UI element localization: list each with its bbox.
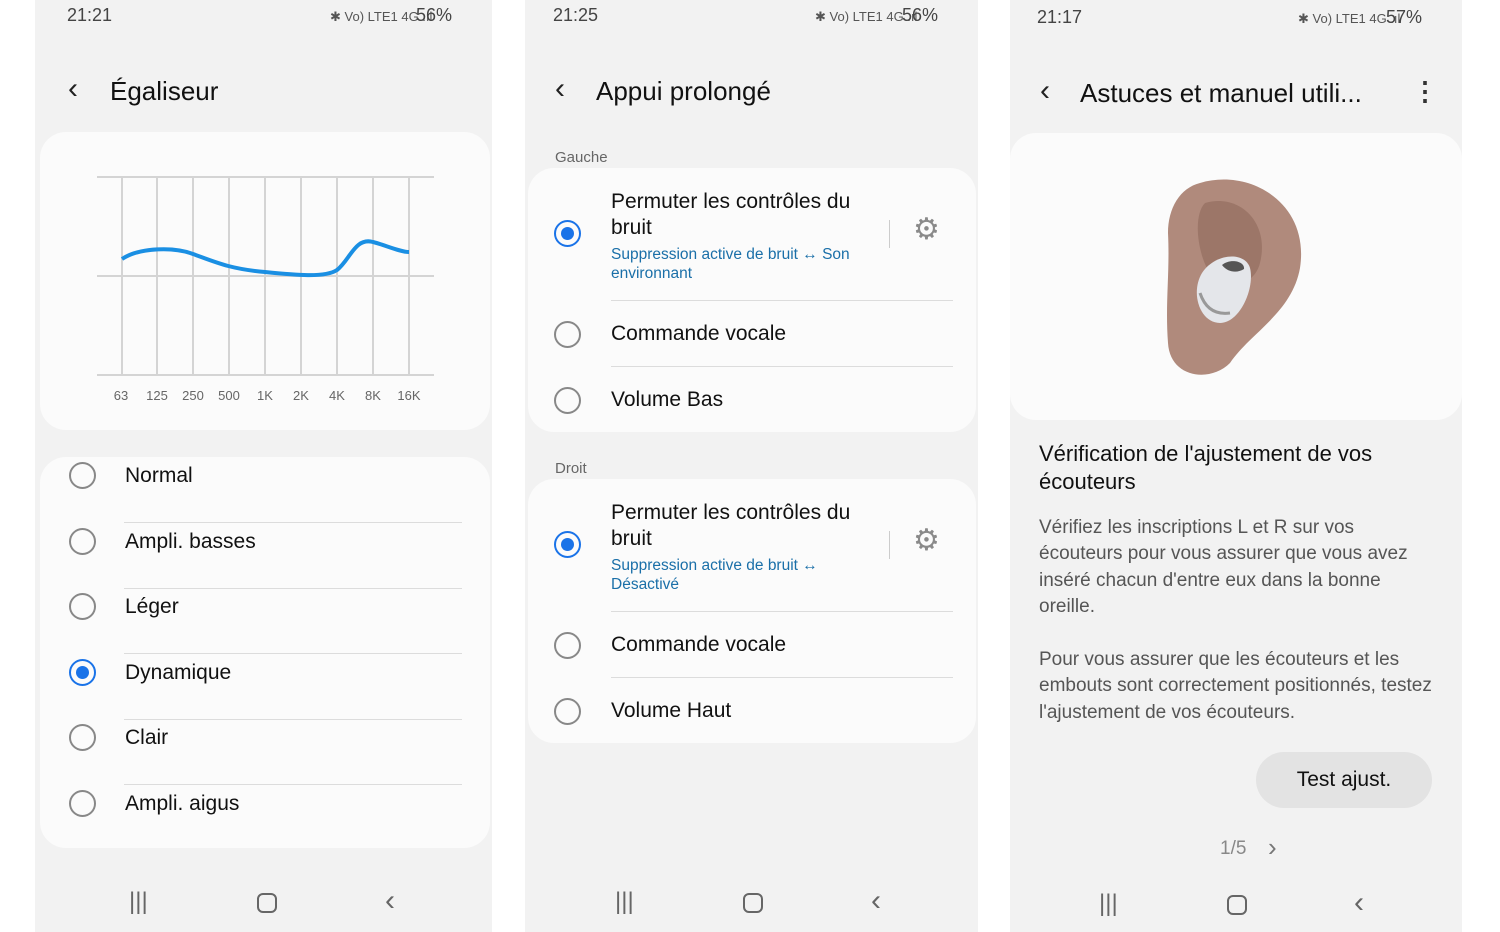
radio-button[interactable] — [554, 321, 581, 348]
gear-icon[interactable]: ⚙ — [913, 212, 940, 247]
eq-tick: 4K — [329, 388, 345, 403]
eq-tick: 250 — [182, 388, 204, 403]
option-label: Commande vocale — [611, 633, 787, 656]
option-label-cont: bruit — [611, 527, 652, 550]
radio-button[interactable] — [554, 220, 581, 247]
radio-button[interactable] — [554, 387, 581, 414]
eq-tick: 1K — [257, 388, 273, 403]
radio-button[interactable] — [69, 527, 96, 555]
eq-tick: 125 — [146, 388, 168, 403]
preset-list: Normal Ampli. basses Léger Dynamique Cla… — [40, 457, 490, 848]
option-noise-control[interactable]: Permuter les contrôles du bruit Suppress… — [528, 479, 976, 611]
status-time: 21:25 — [553, 5, 599, 25]
tip-paragraph-1: Vérifiez les inscriptions L et R sur vos… — [1039, 517, 1408, 617]
tip-paragraph-2: Pour vous assurer que les écouteurs et l… — [1039, 649, 1432, 723]
ear-earbud-illustration — [1167, 179, 1302, 375]
test-fit-button[interactable]: Test ajust. — [1256, 752, 1432, 808]
page-title: Égaliseur — [110, 76, 219, 106]
preset-label: Léger — [125, 595, 179, 618]
option-volume[interactable]: Volume Bas — [528, 367, 976, 432]
recent-apps-icon[interactable]: ||| — [129, 888, 148, 916]
back-icon[interactable]: ‹ — [555, 72, 565, 106]
radio-button[interactable] — [69, 724, 96, 751]
gear-icon[interactable]: ⚙ — [913, 523, 940, 558]
page-title: Astuces et manuel utili... — [1080, 78, 1362, 108]
separator — [889, 531, 890, 559]
preset-label: Dynamique — [125, 660, 232, 684]
preset-label: Ampli. aigus — [125, 791, 240, 815]
section-label: Droit — [555, 460, 587, 477]
option-subtitle: Suppression active de bruit ↔ Son enviro… — [611, 246, 850, 282]
battery-level: 56% — [902, 5, 939, 25]
preset-option[interactable]: Normal — [40, 457, 490, 522]
tips-screen: 21:17 ✱ Vo) LTE1 4G .ıl 57% ‹ Astuces et… — [1010, 0, 1462, 932]
radio-button[interactable] — [554, 531, 581, 558]
page-indicator: 1/5 — [1220, 838, 1247, 859]
radio-button[interactable] — [554, 698, 581, 725]
eq-tick: 16K — [397, 388, 421, 403]
preset-option[interactable]: Clair — [40, 719, 490, 784]
home-icon[interactable] — [257, 893, 277, 913]
eq-curve-graph[interactable] — [40, 132, 490, 430]
left-earbud-options: Permuter les contrôles du bruit Suppress… — [528, 168, 976, 432]
equalizer-screen: 21:21 ✱ Vo) LTE1 4G .ıl 56% ‹ Égaliseur … — [35, 0, 492, 932]
option-volume[interactable]: Volume Haut — [528, 678, 976, 743]
preset-option[interactable]: Dynamique — [40, 654, 490, 719]
recent-apps-icon[interactable]: ||| — [615, 888, 634, 916]
home-icon[interactable] — [743, 893, 763, 913]
option-noise-control[interactable]: Permuter les contrôles du bruit Suppress… — [528, 168, 976, 300]
option-label: Permuter les contrôles du — [611, 190, 851, 213]
preset-option[interactable]: Ampli. aigus — [40, 785, 490, 850]
radio-button[interactable] — [69, 658, 96, 686]
home-icon[interactable] — [1227, 895, 1247, 915]
option-label: Commande vocale — [611, 322, 787, 345]
tip-heading: Vérification de l'ajustement de vos écou… — [1039, 441, 1373, 494]
option-label-cont: bruit — [611, 216, 652, 239]
preset-label: Clair — [125, 726, 169, 749]
page-title: Appui prolongé — [596, 76, 771, 106]
preset-option[interactable]: Léger — [40, 588, 490, 653]
option-voice-command[interactable]: Commande vocale — [528, 301, 976, 366]
back-icon[interactable]: ‹ — [1040, 74, 1050, 108]
option-label: Volume Bas — [611, 388, 724, 411]
battery-level: 56% — [416, 5, 453, 25]
separator — [889, 220, 890, 248]
more-options-icon[interactable]: ⋮ — [1412, 76, 1438, 107]
long-press-screen: 21:25 ✱ Vo) LTE1 4G .ıl 56% ‹ Appui prol… — [525, 0, 978, 932]
nav-back-icon[interactable]: ‹ — [385, 884, 395, 918]
eq-chart-card: 63 125 250 500 1K 2K 4K 8K 16K — [40, 132, 490, 430]
nav-back-icon[interactable]: ‹ — [871, 884, 881, 918]
radio-button[interactable] — [554, 632, 581, 659]
preset-label: Normal — [125, 464, 193, 487]
eq-tick: 500 — [218, 388, 240, 403]
recent-apps-icon[interactable]: ||| — [1099, 890, 1118, 918]
back-icon[interactable]: ‹ — [68, 72, 78, 106]
radio-button[interactable] — [69, 462, 96, 489]
nav-back-icon[interactable]: ‹ — [1354, 886, 1364, 920]
preset-label: Ampli. basses — [125, 529, 256, 553]
eq-tick: 8K — [365, 388, 381, 403]
right-earbud-options: Permuter les contrôles du bruit Suppress… — [528, 479, 976, 743]
option-voice-command[interactable]: Commande vocale — [528, 612, 976, 677]
battery-level: 57% — [1386, 7, 1423, 27]
eq-tick: 63 — [113, 388, 129, 403]
option-subtitle: Suppression active de bruit ↔ Désactivé — [611, 557, 818, 593]
radio-button[interactable] — [69, 789, 96, 817]
section-label: Gauche — [555, 149, 608, 166]
illustration-card — [1010, 133, 1462, 420]
option-label: Volume Haut — [611, 699, 732, 722]
eq-tick: 2K — [293, 388, 309, 403]
preset-option[interactable]: Ampli. basses — [40, 523, 490, 588]
radio-button[interactable] — [69, 593, 96, 620]
option-label: Permuter les contrôles du — [611, 501, 851, 524]
status-time: 21:21 — [67, 5, 113, 25]
status-time: 21:17 — [1037, 7, 1083, 27]
next-page-icon[interactable]: › — [1268, 832, 1277, 863]
